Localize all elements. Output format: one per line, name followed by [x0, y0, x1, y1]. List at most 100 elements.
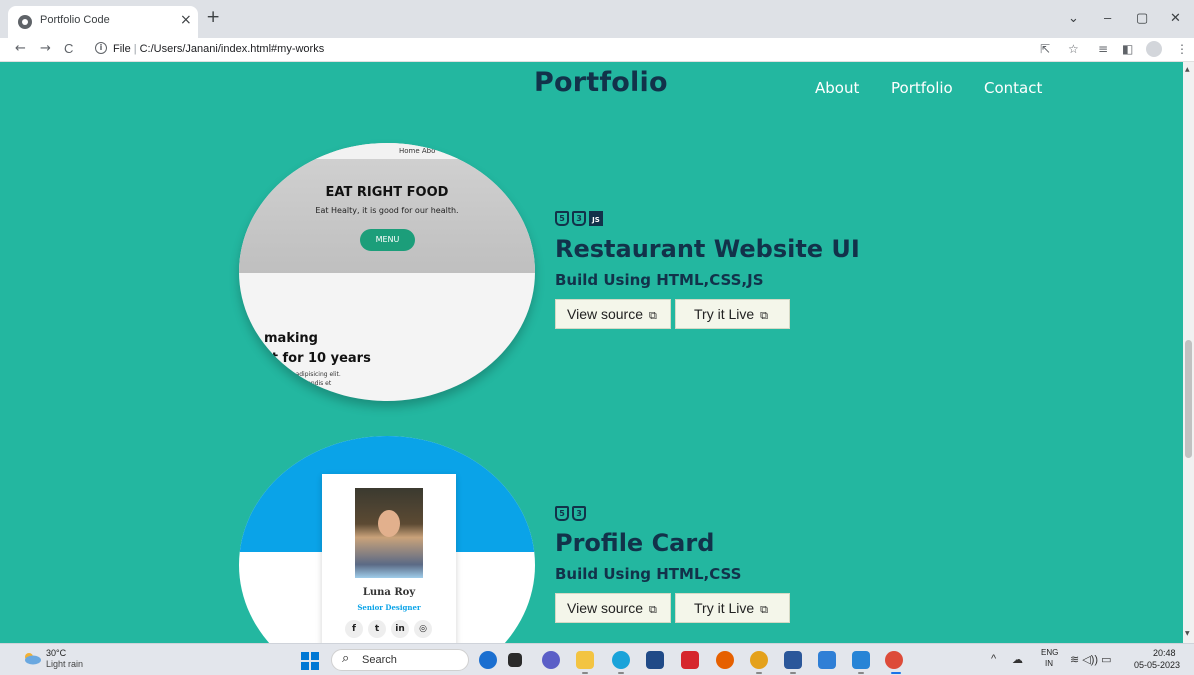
profile-face [378, 510, 400, 537]
search-icon: ⌕ [342, 651, 350, 666]
external-link-icon: ⧉ [760, 604, 769, 616]
css3-icon: 3 [572, 211, 586, 226]
chat-icon[interactable] [542, 651, 560, 669]
nav-link-portfolio[interactable]: Portfolio [891, 79, 953, 97]
preview-heading: EAT RIGHT FOOD [325, 185, 449, 200]
url-separator: | [133, 43, 137, 55]
file-explorer-icon[interactable] [576, 651, 594, 669]
css3-icon: 3 [572, 506, 586, 521]
window-close-icon[interactable]: ✕ [1170, 10, 1181, 26]
preview-profile-card: Luna Roy Senior Designer f t in ◎ [322, 474, 456, 643]
forward-icon[interactable]: → [40, 41, 51, 56]
external-link-icon: ⧉ [760, 310, 769, 322]
chrome-canary-icon[interactable] [750, 651, 768, 669]
nav-link-about[interactable]: About [815, 79, 859, 97]
side-panel-icon[interactable]: ◧ [1122, 42, 1133, 56]
url-path: C:/Users/Janani/index.html#my-works [139, 43, 325, 55]
new-tab-icon[interactable]: + [206, 9, 220, 26]
instagram-icon: ◎ [414, 620, 432, 638]
share-icon[interactable]: ⇱ [1040, 42, 1050, 56]
chrome-icon[interactable] [885, 651, 903, 669]
preview-nav-text: Home Abo [399, 147, 436, 155]
edge-icon[interactable] [612, 651, 630, 669]
windows-taskbar: 30°C Light rain ⌕ Search ^ ☁ ENG IN ≋ ◁)… [0, 643, 1194, 675]
profile-card-preview-image: Luna Roy Senior Designer f t in ◎ [239, 436, 535, 643]
bing-icon[interactable] [479, 651, 497, 669]
weather-temperature[interactable]: 30°C [46, 648, 66, 658]
address-bar[interactable]: i File | C:/Users/Janani/index.html#my-wor… [95, 41, 1015, 59]
external-link-icon: ⧉ [649, 604, 657, 616]
try-live-button[interactable]: Try it Live ⧉ [675, 299, 790, 329]
preview-subheading: Eat Healty, it is good for our health. [315, 206, 459, 215]
html5-icon: 5 [555, 211, 569, 226]
profile-photo [355, 488, 423, 578]
tab-close-icon[interactable]: × [180, 12, 192, 28]
preview-lorem-text: tetur adipisicing elit. [279, 371, 341, 378]
word-icon[interactable] [784, 651, 802, 669]
tab-search-chevron-icon[interactable]: ⌄ [1068, 10, 1079, 26]
external-link-icon: ⧉ [649, 310, 657, 322]
wifi-sound-battery-icons[interactable]: ≋ ◁)) ▭ [1070, 653, 1112, 666]
linkedin-icon: in [391, 620, 409, 638]
weather-description[interactable]: Light rain [46, 659, 83, 669]
preview-profile-name: Luna Roy [362, 587, 416, 598]
address-text: File | C:/Users/Janani/index.html#my-works [113, 43, 324, 55]
tab-title: Portfolio Code [40, 14, 110, 26]
store-icon[interactable] [646, 651, 664, 669]
tab-strip: Portfolio Code × + ⌄ – ▢ ✕ [0, 0, 1194, 38]
profile-avatar-icon[interactable] [1146, 41, 1162, 57]
preview-profile-role: Senior Designer [357, 603, 421, 612]
vertical-scrollbar[interactable]: ▲ ▼ [1183, 62, 1194, 643]
tab-portfolio-code[interactable]: Portfolio Code × [8, 6, 198, 38]
onedrive-cloud-icon[interactable]: ☁ [1012, 653, 1023, 666]
site-info-icon[interactable]: i [95, 42, 107, 54]
view-source-button[interactable]: View source ⧉ [555, 593, 671, 623]
scroll-up-icon[interactable]: ▲ [1185, 66, 1190, 73]
running-indicator [790, 672, 796, 674]
clock-time[interactable]: 20:48 [1153, 648, 1176, 658]
project-subtitle: Build Using HTML,CSS,JS [555, 271, 764, 289]
scroll-down-icon[interactable]: ▼ [1185, 630, 1190, 637]
try-live-button[interactable]: Try it Live ⧉ [675, 593, 790, 623]
button-label: View source [567, 306, 644, 322]
task-view-icon[interactable] [508, 653, 522, 667]
site-title[interactable]: Portfolio [534, 67, 668, 98]
restore-icon[interactable]: ▢ [1136, 10, 1148, 26]
facebook-icon: f [345, 620, 363, 638]
back-icon[interactable]: ← [15, 41, 26, 56]
reload-icon[interactable]: C [64, 41, 73, 56]
browser-menu-icon[interactable]: ⋮ [1176, 42, 1188, 56]
page-viewport: Portfolio About Portfolio Contact Home A… [0, 62, 1183, 643]
taskbar-search[interactable]: ⌕ Search [331, 649, 469, 671]
button-label: Try it Live [694, 600, 755, 616]
language-indicator[interactable]: ENG [1041, 648, 1058, 657]
bookmark-star-icon[interactable]: ☆ [1068, 42, 1079, 56]
vscode-icon[interactable] [852, 651, 870, 669]
project-title: Profile Card [555, 529, 715, 557]
firefox-icon[interactable] [716, 651, 734, 669]
preview-menu-button: MENU [360, 229, 415, 251]
twitter-icon: t [368, 620, 386, 638]
minimize-icon[interactable]: – [1104, 10, 1111, 25]
view-source-button[interactable]: View source ⧉ [555, 299, 671, 329]
button-label: Try it Live [694, 306, 755, 322]
clock-date[interactable]: 05-05-2023 [1134, 660, 1180, 670]
nav-link-contact[interactable]: Contact [984, 79, 1042, 97]
globe-icon [18, 15, 32, 29]
project-title: Restaurant Website UI [555, 235, 860, 263]
running-indicator [756, 672, 762, 674]
reading-list-icon[interactable]: ≡ [1098, 42, 1108, 56]
mcafee-icon[interactable] [681, 651, 699, 669]
html5-icon: 5 [555, 506, 569, 521]
region-indicator[interactable]: IN [1045, 659, 1053, 668]
preview-lorem-text: ferendis et [299, 380, 332, 387]
address-toolbar: ← → C i File | C:/Users/Janani/index.html#… [0, 38, 1194, 62]
url-scheme: File [113, 43, 131, 55]
scroll-thumb[interactable] [1185, 340, 1192, 458]
button-label: View source [567, 600, 644, 616]
weather-cloud-icon[interactable] [22, 651, 42, 665]
running-indicator [618, 672, 624, 674]
tray-overflow-icon[interactable]: ^ [991, 653, 996, 665]
windows-start-icon[interactable] [301, 652, 319, 670]
photos-icon[interactable] [818, 651, 836, 669]
